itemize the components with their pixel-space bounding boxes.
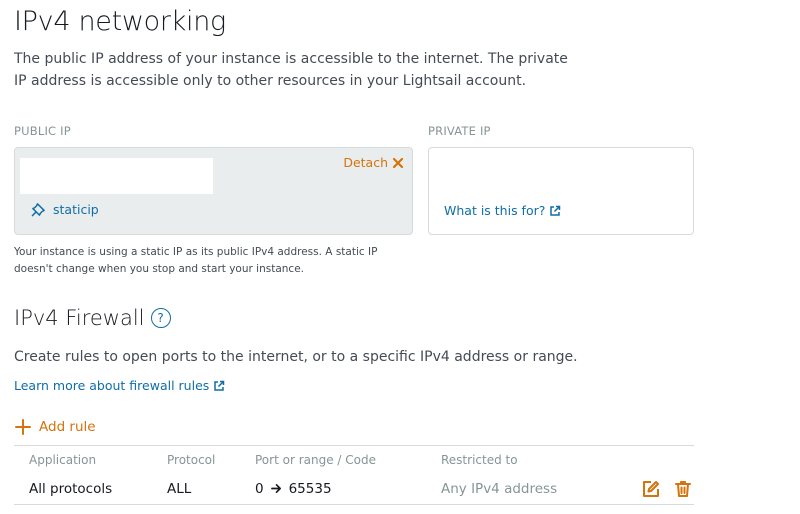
firewall-title-text: IPv4 Firewall bbox=[14, 306, 145, 330]
external-link-icon bbox=[549, 205, 561, 217]
rule-actions bbox=[642, 480, 692, 498]
help-circle-icon[interactable]: ? bbox=[150, 308, 171, 328]
add-rule-label: Add rule bbox=[39, 419, 96, 435]
firewall-title: IPv4 Firewall ? bbox=[14, 306, 171, 330]
arrow-right-icon bbox=[270, 483, 282, 494]
what-is-this-for-link[interactable]: What is this for? bbox=[444, 203, 561, 218]
close-x-icon bbox=[392, 157, 404, 169]
trash-icon[interactable] bbox=[674, 480, 692, 498]
plus-icon bbox=[14, 418, 32, 436]
firewall-description: Create rules to open ports to the intern… bbox=[14, 349, 578, 365]
col-protocol: Protocol bbox=[167, 452, 216, 467]
edit-icon[interactable] bbox=[642, 480, 660, 498]
learn-more-firewall-link[interactable]: Learn more about firewall rules bbox=[14, 378, 225, 393]
pin-icon bbox=[31, 202, 46, 217]
firewall-rules-table: Application Protocol Port or range / Cod… bbox=[14, 445, 694, 505]
private-ip-card: What is this for? bbox=[428, 147, 694, 235]
public-ip-value-redacted bbox=[20, 158, 213, 194]
learn-more-label: Learn more about firewall rules bbox=[14, 378, 210, 393]
public-ip-label: PUBLIC IP bbox=[14, 124, 71, 138]
table-row: All protocols ALL 0 65535 Any IPv4 addre… bbox=[14, 473, 694, 505]
rule-port-range: 0 65535 bbox=[255, 481, 332, 497]
private-ip-label: PRIVATE IP bbox=[428, 124, 491, 138]
what-is-this-for-label: What is this for? bbox=[444, 203, 546, 218]
detach-label: Detach bbox=[343, 155, 388, 170]
static-ip-name: staticip bbox=[53, 202, 99, 217]
section-description: The public IP address of your instance i… bbox=[14, 51, 568, 89]
public-ip-card: Detach staticip bbox=[14, 147, 413, 235]
col-restricted-to: Restricted to bbox=[441, 452, 518, 467]
add-rule-button[interactable]: Add rule bbox=[14, 418, 96, 436]
section-title: IPv4 networking bbox=[14, 6, 226, 37]
rule-application: All protocols bbox=[29, 480, 113, 497]
static-ip-link[interactable]: staticip bbox=[31, 202, 99, 217]
static-ip-note: Your instance is using a static IP as it… bbox=[14, 246, 378, 275]
rule-protocol: ALL bbox=[167, 480, 192, 497]
port-to: 65535 bbox=[288, 480, 332, 497]
col-port-range: Port or range / Code bbox=[255, 452, 376, 467]
port-from: 0 bbox=[255, 480, 264, 497]
detach-button[interactable]: Detach bbox=[343, 155, 404, 170]
external-link-icon bbox=[213, 380, 225, 392]
table-header: Application Protocol Port or range / Cod… bbox=[14, 445, 694, 473]
col-application: Application bbox=[29, 452, 97, 467]
rule-restricted-to: Any IPv4 address bbox=[441, 480, 558, 497]
